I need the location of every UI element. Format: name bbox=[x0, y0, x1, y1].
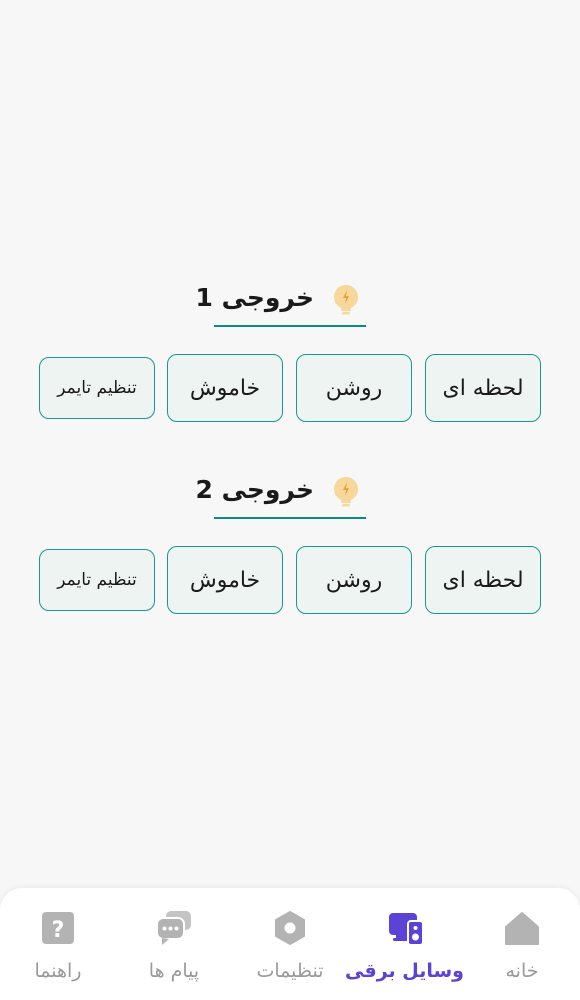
momentary-button[interactable]: لحظه ای bbox=[425, 546, 541, 614]
set-timer-button[interactable]: تنظیم تایمر bbox=[39, 357, 155, 419]
nav-item-settings[interactable]: تنظیمات bbox=[232, 888, 348, 1000]
title-underline bbox=[214, 517, 366, 519]
on-button[interactable]: روشن bbox=[296, 546, 412, 614]
hexagon-settings-icon bbox=[275, 911, 305, 945]
lightbulb-icon bbox=[334, 477, 358, 507]
output-title: خروجی 1 bbox=[195, 283, 314, 312]
svg-text:?: ? bbox=[52, 918, 65, 943]
off-button[interactable]: خاموش bbox=[167, 354, 283, 422]
nav-label-help: راهنما bbox=[34, 960, 82, 982]
title-underline bbox=[214, 325, 366, 327]
output-title-row: خروجی 1 bbox=[195, 280, 366, 328]
output-buttons: لحظه ای روشن خاموش تنظیم تایمر bbox=[0, 546, 580, 614]
devices-icon bbox=[389, 913, 424, 946]
nav-label-messages: پیام ها bbox=[148, 960, 200, 982]
set-timer-button[interactable]: تنظیم تایمر bbox=[39, 549, 155, 611]
nav-label-devices: وسایل برقی bbox=[345, 960, 464, 982]
off-button[interactable]: خاموش bbox=[167, 546, 283, 614]
nav-label-home: خانه bbox=[505, 960, 539, 982]
output-title: خروجی 2 bbox=[195, 475, 314, 504]
bottom-nav: خانه وسایل برقی تنظیمات پیام ها ? راهنما bbox=[0, 888, 580, 1000]
output-buttons: لحظه ای روشن خاموش تنظیم تایمر bbox=[0, 354, 580, 422]
nav-item-help[interactable]: ? راهنما bbox=[0, 888, 116, 1000]
nav-label-settings: تنظیمات bbox=[256, 960, 324, 982]
nav-item-home[interactable]: خانه bbox=[464, 888, 580, 1000]
on-button[interactable]: روشن bbox=[296, 354, 412, 422]
chat-icon bbox=[156, 911, 191, 945]
nav-item-devices[interactable]: وسایل برقی bbox=[345, 888, 464, 1000]
output-title-row: خروجی 2 bbox=[195, 472, 366, 520]
momentary-button[interactable]: لحظه ای bbox=[425, 354, 541, 422]
home-icon bbox=[505, 912, 539, 945]
nav-item-messages[interactable]: پیام ها bbox=[116, 888, 232, 1000]
lightbulb-icon bbox=[334, 285, 358, 315]
question-icon: ? bbox=[42, 912, 74, 944]
